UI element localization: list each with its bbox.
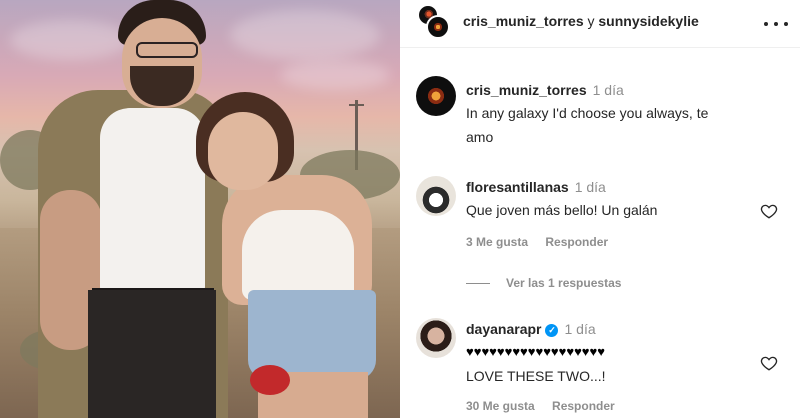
caption-time[interactable]: 1 día xyxy=(593,82,624,98)
post-photo xyxy=(0,0,400,418)
comment-time[interactable]: 1 día xyxy=(575,179,606,195)
comment-username[interactable]: dayanarapr xyxy=(466,321,541,337)
comment-avatar[interactable] xyxy=(416,318,456,358)
coauthor-username[interactable]: sunnysidekylie xyxy=(598,13,698,29)
caption-line-1: In any galaxy I'd choose you always, te xyxy=(466,105,709,121)
heart-outline-icon[interactable] xyxy=(760,354,778,372)
post-authors: cris_muniz_torres y sunnysidekylie xyxy=(463,13,699,29)
heart-outline-icon[interactable] xyxy=(760,202,778,220)
comment-avatar[interactable] xyxy=(416,176,456,216)
hearts-line: ♥♥♥♥♥♥♥♥♥♥♥♥♥♥♥♥♥♥ xyxy=(466,344,605,359)
more-options-icon[interactable] xyxy=(764,14,788,34)
comment-actions: 3 Me gusta Responder xyxy=(466,235,622,249)
view-replies-button[interactable]: Ver las 1 respuestas xyxy=(466,276,621,290)
reply-button[interactable]: Responder xyxy=(545,235,608,249)
comment-likes[interactable]: 30 Me gusta xyxy=(466,399,535,413)
comment-header: dayanarapr ✓ 1 día xyxy=(466,318,596,340)
comment-time[interactable]: 1 día xyxy=(564,321,595,337)
comment-line-2: LOVE THESE TWO...! xyxy=(466,368,606,384)
comment-username[interactable]: floresantillanas xyxy=(466,179,569,195)
reply-button[interactable]: Responder xyxy=(552,399,615,413)
post-header: cris_muniz_torres y sunnysidekylie xyxy=(400,0,800,48)
caption-text: In any galaxy I'd choose you always, te … xyxy=(466,101,766,149)
replies-line xyxy=(466,282,490,284)
authors-conjunction: y xyxy=(587,13,595,29)
view-replies-label: Ver las 1 respuestas xyxy=(506,276,622,290)
coauthor-avatar[interactable] xyxy=(426,15,450,39)
verified-badge-icon: ✓ xyxy=(545,324,559,337)
caption-avatar[interactable] xyxy=(416,76,456,116)
comment-text: Que joven más bello! Un galán xyxy=(466,202,658,218)
comment-header: floresantillanas 1 día xyxy=(466,176,606,198)
caption-line-2: amo xyxy=(466,129,494,145)
comment-text: ♥♥♥♥♥♥♥♥♥♥♥♥♥♥♥♥♥♥ LOVE THESE TWO...! xyxy=(466,340,766,388)
comment-actions: 30 Me gusta Responder xyxy=(466,399,629,413)
comment-likes[interactable]: 3 Me gusta xyxy=(466,235,528,249)
caption-header: cris_muniz_torres 1 día xyxy=(466,79,624,101)
author-username[interactable]: cris_muniz_torres xyxy=(463,13,584,29)
comments-panel: cris_muniz_torres y sunnysidekylie cris_… xyxy=(400,0,800,418)
caption-username[interactable]: cris_muniz_torres xyxy=(466,82,587,98)
